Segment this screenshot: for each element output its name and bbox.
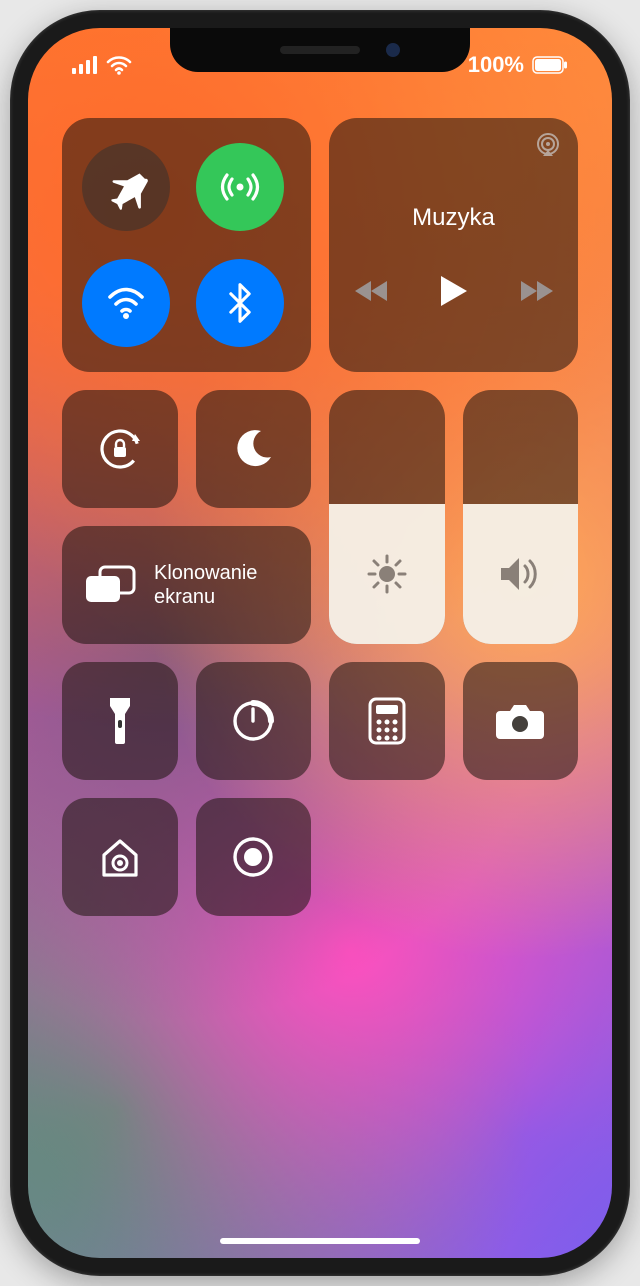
wifi-toggle[interactable] (82, 259, 170, 347)
orientation-lock-button[interactable] (62, 390, 178, 508)
bluetooth-toggle[interactable] (196, 259, 284, 347)
bluetooth-icon (218, 281, 262, 325)
front-camera (386, 43, 400, 57)
flashlight-button[interactable] (62, 662, 178, 780)
music-controls (355, 274, 553, 308)
calculator-icon (368, 697, 406, 745)
do-not-disturb-button[interactable] (196, 390, 312, 508)
music-panel[interactable]: Muzyka (329, 118, 578, 372)
airplane-mode-toggle[interactable] (82, 143, 170, 231)
home-indicator[interactable] (220, 1238, 420, 1244)
timer-button[interactable] (196, 662, 312, 780)
earpiece-speaker (280, 46, 360, 54)
volume-icon (497, 554, 543, 594)
wifi-status-icon (106, 55, 132, 75)
notch (170, 28, 470, 72)
airplay-icon[interactable] (534, 132, 562, 160)
timer-icon (229, 697, 277, 745)
volume-fill (463, 504, 579, 644)
screen-mirroring-button[interactable]: Klonowanie ekranu (62, 526, 311, 644)
battery-percentage: 100% (468, 52, 524, 78)
screen-mirroring-label: Klonowanie ekranu (154, 561, 257, 609)
brightness-fill (329, 504, 445, 644)
music-title: Muzyka (412, 204, 495, 232)
volume-slider[interactable] (463, 390, 579, 644)
next-track-button[interactable] (519, 279, 553, 303)
screen-record-button[interactable] (196, 798, 312, 916)
previous-track-button[interactable] (355, 279, 389, 303)
screen-mirroring-icon (84, 564, 136, 606)
screen-record-icon (229, 833, 277, 881)
iphone-device-frame: 100% (10, 10, 630, 1276)
connectivity-panel[interactable] (62, 118, 311, 372)
battery-icon (532, 56, 568, 74)
orientation-lock-icon (94, 423, 146, 475)
play-button[interactable] (439, 274, 469, 308)
brightness-slider[interactable] (329, 390, 445, 644)
calculator-button[interactable] (329, 662, 445, 780)
cellular-signal-icon (72, 56, 98, 74)
control-center: Muzyka (62, 118, 578, 916)
cellular-data-toggle[interactable] (196, 143, 284, 231)
home-button[interactable] (62, 798, 178, 916)
wifi-icon (102, 279, 150, 327)
moon-icon (231, 427, 275, 471)
camera-icon (494, 701, 546, 741)
brightness-icon (365, 552, 409, 596)
home-icon (96, 833, 144, 881)
flashlight-icon (106, 696, 134, 746)
screen: 100% (28, 28, 612, 1258)
camera-button[interactable] (463, 662, 579, 780)
airplane-icon (103, 164, 149, 210)
cellular-antenna-icon (216, 163, 264, 211)
